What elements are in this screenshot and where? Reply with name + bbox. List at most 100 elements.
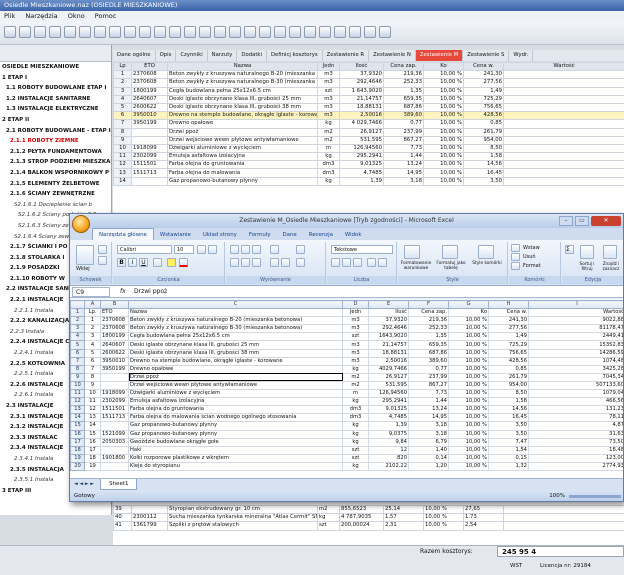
spreadsheet-cell[interactable]: Lp.	[84, 308, 101, 318]
align-center-icon[interactable]	[241, 258, 250, 267]
spreadsheet-cell[interactable]: kg	[342, 429, 369, 439]
spreadsheet-cell[interactable]: Emulsja asfaltowa izolacyjna	[128, 397, 343, 407]
table-row[interactable]: 5 2600622 Deski iglaste obrzynane klasa II…	[113, 102, 624, 113]
spreadsheet-cell[interactable]: 10,00 %	[448, 340, 489, 350]
spreadsheet-cell[interactable]: 0,85	[488, 364, 529, 374]
orientation-icon[interactable]	[270, 245, 279, 254]
spreadsheet-cell[interactable]: 10,00 %	[448, 429, 489, 439]
spreadsheet-row[interactable]: 18 17 Haki szt 12 1,40 10,00 % 1,54 18,48	[70, 445, 623, 455]
tab-item[interactable]: Zestawienie N	[369, 50, 416, 61]
spreadsheet-cell[interactable]: dm3	[342, 405, 369, 415]
spreadsheet-cell[interactable]: 2302099	[100, 397, 129, 407]
spreadsheet-cell[interactable]: 18,88131	[368, 348, 409, 358]
spreadsheet-cell[interactable]	[100, 380, 129, 391]
tree-item[interactable]: 2.1.1 ROBOTY ZIEMNE	[0, 136, 111, 147]
spreadsheet-cell[interactable]: 1918099	[100, 389, 129, 399]
grow-font-icon[interactable]	[197, 245, 206, 254]
spreadsheet-cell[interactable]: 10,00 %	[448, 437, 489, 447]
minimize-icon[interactable]: –	[559, 216, 573, 226]
toolbar-button-icon[interactable]	[244, 26, 256, 38]
spreadsheet-cell[interactable]: 73,50	[528, 437, 623, 447]
format-icon[interactable]	[511, 262, 520, 270]
toolbar-button-icon[interactable]	[289, 26, 301, 38]
spreadsheet-cell[interactable]: szt	[342, 332, 369, 342]
spreadsheet-cell[interactable]: 8,50	[488, 389, 529, 399]
column-letter[interactable]: C	[128, 300, 343, 310]
spreadsheet-cell[interactable]: 19	[84, 461, 101, 471]
underline-icon[interactable]: U	[139, 258, 148, 267]
font-size-select[interactable]: 10	[174, 245, 194, 254]
toolbar-button-icon[interactable]	[199, 26, 211, 38]
spreadsheet-cell[interactable]: 954,00	[488, 380, 529, 391]
spreadsheet-cell[interactable]: Gaz propanowo-butanowy płynny	[128, 421, 343, 431]
spreadsheet-cell[interactable]: Beton zwykły z kruszywa naturalnego B-20…	[128, 316, 343, 326]
row-number[interactable]: 12	[70, 397, 85, 407]
spreadsheet-cell[interactable]: 0,14	[408, 453, 449, 463]
tree-item[interactable]: 2.1.4 BALKON WSPORNIKOWY P	[0, 168, 111, 179]
spreadsheet-cell[interactable]: m3	[342, 316, 369, 326]
spreadsheet-cell[interactable]: 9,01325	[368, 405, 409, 415]
find-select-label[interactable]: Znajdź i zaznacz	[598, 261, 623, 271]
align-right-icon[interactable]	[252, 258, 261, 267]
table-row[interactable]: 4 2640607 Deski iglaste obrzynane klasa II…	[113, 94, 624, 104]
select-all-corner[interactable]	[70, 300, 85, 310]
borders-icon[interactable]	[153, 258, 162, 267]
spreadsheet-cell[interactable]: 10,00 %	[448, 389, 489, 399]
spreadsheet-cell[interactable]: 2640607	[100, 340, 129, 350]
spreadsheet-cell[interactable]: 4,87	[528, 421, 623, 431]
row-number[interactable]: 3	[70, 324, 85, 334]
spreadsheet-cell[interactable]: 18,48	[528, 445, 623, 455]
spreadsheet-cell[interactable]: 9,0375	[368, 429, 409, 439]
spreadsheet-cell[interactable]: 81178,47	[528, 324, 623, 334]
spreadsheet-cell[interactable]: 17	[84, 445, 101, 455]
spreadsheet-cell[interactable]: 219,36	[408, 316, 449, 326]
spreadsheet-cell[interactable]: Kleje do styropianu	[128, 461, 343, 471]
sheet-nav-icon[interactable]: ◄ ◄ ► ►	[74, 479, 94, 490]
spreadsheet-row[interactable]: 3 2 2370608 Beton zwykły z kruszywa natural…	[70, 324, 623, 334]
fx-icon[interactable]: fx	[120, 286, 126, 298]
format-button[interactable]: Format	[523, 263, 541, 269]
spreadsheet-row[interactable]: 4 3 1800199 Cegła budowlana pełna 25x12x6.5…	[70, 332, 623, 342]
spreadsheet-cell[interactable]: Drzwi wejściowe wewn płytowe antywłamani…	[128, 380, 343, 391]
spreadsheet-cell[interactable]: 252,33	[408, 324, 449, 334]
spreadsheet-cell[interactable]: kg	[342, 364, 369, 374]
toolbar-button-icon[interactable]	[259, 26, 271, 38]
spreadsheet-cell[interactable]: m3	[342, 340, 369, 350]
toolbar-button-icon[interactable]	[94, 26, 106, 38]
spreadsheet-cell[interactable]: 2	[84, 324, 101, 334]
spreadsheet-cell[interactable]: 3,50	[488, 421, 529, 431]
spreadsheet-cell[interactable]: Beton zwykły z kruszywa naturalnego B-30…	[128, 324, 343, 334]
spreadsheet-cell[interactable]: 1079,04	[528, 389, 623, 399]
office-button-icon[interactable]	[72, 215, 90, 233]
spreadsheet-cell[interactable]: 1,40	[408, 445, 449, 455]
tab-item[interactable]: Dodatki	[237, 50, 267, 61]
spreadsheet-cell[interactable]: ETO	[100, 308, 129, 318]
tab-item[interactable]: Dane ogólne	[113, 50, 156, 61]
copy-icon[interactable]	[98, 256, 107, 265]
spreadsheet-cell[interactable]: m3	[342, 356, 369, 366]
column-header[interactable]: Cena w.	[463, 62, 504, 72]
table-row[interactable]: 9 Drzwi wejściowe wewn płytowe antywłaman…	[113, 135, 624, 145]
row-number[interactable]: 18	[70, 445, 85, 455]
spreadsheet-cell[interactable]: 4	[84, 340, 101, 350]
spreadsheet-cell[interactable]: 14	[84, 421, 101, 431]
spreadsheet-cell[interactable]: Cena w.	[488, 308, 529, 318]
italic-icon[interactable]: I	[128, 258, 137, 267]
spreadsheet-cell[interactable]: 10,00 %	[448, 397, 489, 407]
column-header[interactable]: Jedn	[317, 62, 340, 72]
spreadsheet-row[interactable]: 15 14 Gaz propanowo-butanowy płynny kg 1,39 3…	[70, 421, 623, 431]
spreadsheet-row[interactable]: 12 11 2302099 Emulsja asfaltowa izolacyjna k…	[70, 397, 623, 407]
toolbar-button-icon[interactable]	[349, 26, 361, 38]
spreadsheet-cell[interactable]: 123,00	[528, 453, 623, 463]
spreadsheet-cell[interactable]: 531,595	[368, 380, 409, 391]
spreadsheet-cell[interactable]: 3,18	[408, 429, 449, 439]
spreadsheet-cell[interactable]: 237,99	[408, 372, 449, 382]
spreadsheet-row[interactable]: 5 4 2640607 Deski iglaste obrzynane klasa I…	[70, 340, 623, 350]
spreadsheet-cell[interactable]: 131,23	[528, 405, 623, 415]
spreadsheet-cell[interactable]: 6,79	[408, 437, 449, 447]
tree-item[interactable]: 1 ETAP I	[0, 73, 111, 84]
table-row[interactable]: 10 1918099 Dźwigarki aluminiowe z wycięcie…	[113, 143, 624, 154]
spreadsheet-cell[interactable]: 10,00 %	[448, 421, 489, 431]
column-letter[interactable]: E	[368, 300, 409, 310]
spreadsheet-cell[interactable]: szt	[342, 445, 369, 455]
